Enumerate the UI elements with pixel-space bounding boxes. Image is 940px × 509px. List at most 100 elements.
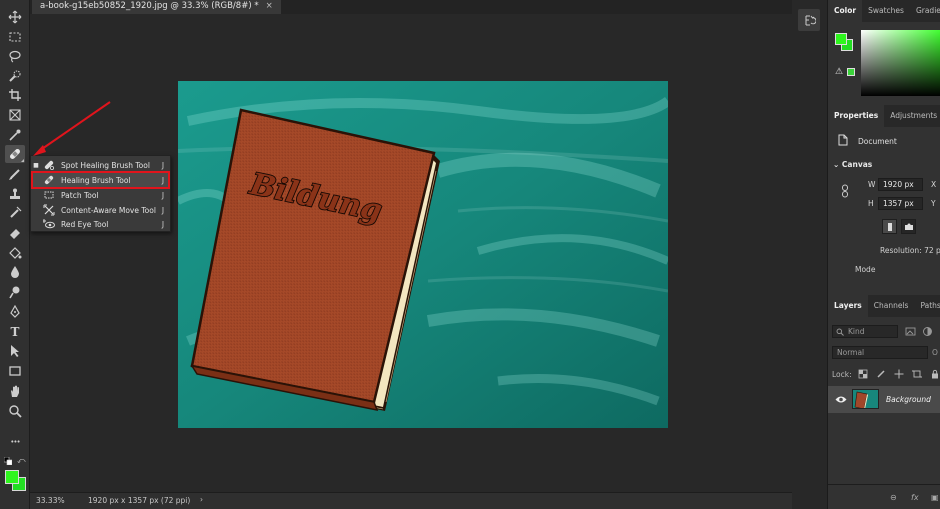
lock-all-icon[interactable] (930, 369, 940, 379)
pen-tool[interactable] (5, 303, 25, 321)
width-label: W (868, 180, 876, 189)
layer-kind-filter[interactable]: Kind (832, 325, 898, 338)
default-colors-icon[interactable] (4, 457, 12, 465)
gamut-warning-swatch[interactable] (847, 68, 855, 76)
zoom-level-field[interactable]: 33.33% (36, 496, 65, 505)
toolbox: T ••• ⤺ (0, 0, 30, 509)
foreground-color-swatch[interactable] (5, 470, 19, 484)
arrow-icon (11, 345, 19, 357)
quick-selection-tool[interactable] (5, 67, 25, 85)
eraser-tool[interactable] (5, 224, 25, 242)
photoshop-window: a-book-g15eb50852_1920.jpg @ 33.3% (RGB/… (0, 0, 940, 509)
move-tool[interactable] (5, 8, 25, 26)
panel-foreground-swatch[interactable] (835, 33, 847, 45)
marquee-icon (9, 32, 21, 42)
link-layers-icon[interactable]: ⊖ (890, 493, 897, 502)
portrait-orientation-button[interactable] (882, 219, 897, 234)
swap-colors-icon[interactable]: ⤺ (17, 456, 26, 466)
clone-stamp-tool[interactable] (5, 185, 25, 203)
color-picker-field[interactable] (861, 30, 940, 96)
brush-tool[interactable] (5, 165, 25, 183)
flyout-item-shortcut: J (161, 190, 165, 200)
lock-artboard-icon[interactable] (912, 369, 922, 379)
frame-icon (9, 109, 21, 121)
tab-paths[interactable]: Paths (914, 295, 940, 317)
history-brush-tool[interactable] (5, 204, 25, 222)
history-icon (805, 15, 816, 25)
ellipsis-icon: ••• (10, 438, 20, 446)
zoom-icon (9, 405, 22, 418)
layer-name[interactable]: Background (886, 395, 931, 404)
eye-icon[interactable] (835, 395, 847, 404)
status-menu-arrow-icon[interactable]: › (200, 495, 203, 504)
blur-tool[interactable] (5, 263, 25, 281)
canvas-section-title[interactable]: ⌄ Canvas (833, 160, 872, 169)
history-brush-icon (10, 206, 22, 218)
properties-panel-tabs: Properties Adjustments (828, 105, 940, 127)
collapsed-panel-strip (792, 0, 827, 509)
x-label: X (931, 180, 937, 189)
zoom-tool[interactable] (5, 402, 25, 420)
marquee-tool[interactable] (5, 28, 25, 46)
pixel-filter-icon[interactable] (905, 326, 916, 337)
flyout-item-content-aware-move[interactable]: Content-Aware Move Tool J (31, 203, 170, 217)
eyedropper-icon (9, 129, 21, 141)
fx-icon[interactable]: fx (911, 493, 919, 502)
lasso-tool[interactable] (5, 47, 25, 65)
color-swatches: ⤺ (3, 456, 29, 496)
crop-icon (9, 89, 21, 101)
tab-gradients[interactable]: Gradien (910, 0, 940, 22)
eyedropper-tool[interactable] (5, 126, 25, 144)
canvas-section-label: Canvas (841, 160, 873, 169)
tab-properties[interactable]: Properties (828, 105, 885, 127)
tab-color[interactable]: Color (828, 0, 863, 22)
type-icon: T (10, 325, 20, 339)
tab-adjustments[interactable]: Adjustments (884, 105, 940, 127)
adjustment-filter-icon[interactable] (922, 326, 933, 337)
hand-tool[interactable] (5, 382, 25, 400)
tab-channels[interactable]: Channels (868, 295, 915, 317)
width-field[interactable]: 1920 px (878, 178, 923, 191)
landscape-orientation-button[interactable] (901, 219, 916, 234)
flyout-item-patch[interactable]: Patch Tool J (31, 188, 170, 202)
paint-bucket-tool[interactable] (5, 244, 25, 262)
document-canvas[interactable]: Bildung (178, 81, 668, 428)
blend-mode-select[interactable]: Normal (832, 346, 928, 359)
flyout-item-shortcut: J (161, 219, 165, 229)
lock-position-icon[interactable] (894, 369, 904, 379)
lock-transparent-icon[interactable] (858, 369, 868, 379)
healing-brush-tool[interactable] (5, 145, 25, 163)
more-tools[interactable]: ••• (5, 433, 25, 451)
move-icon (8, 10, 22, 24)
quick-selection-icon (9, 70, 21, 82)
rectangle-tool[interactable] (5, 362, 25, 380)
path-selection-tool[interactable] (5, 342, 25, 360)
document-tab-title: a-book-g15eb50852_1920.jpg @ 33.3% (RGB/… (40, 1, 259, 11)
dodge-tool[interactable] (5, 283, 25, 301)
flyout-item-shortcut: J (161, 175, 165, 185)
document-tab-bar: a-book-g15eb50852_1920.jpg @ 33.3% (RGB/… (30, 0, 810, 14)
flyout-item-shortcut: J (161, 205, 165, 215)
eraser-icon (10, 229, 20, 239)
layer-row-background[interactable]: Background (828, 386, 940, 413)
mode-label: Mode (855, 265, 876, 274)
canvas-area[interactable]: Bildung (30, 14, 810, 492)
crop-tool[interactable] (5, 86, 25, 104)
height-field[interactable]: 1357 px (878, 197, 923, 210)
flyout-item-red-eye[interactable]: Red Eye Tool J (31, 217, 170, 231)
flyout-item-spot-healing-brush[interactable]: ■ Spot Healing Brush Tool J (31, 158, 170, 172)
tab-layers[interactable]: Layers (828, 295, 868, 317)
layer-mask-icon[interactable]: ▣ (931, 493, 939, 502)
tab-swatches[interactable]: Swatches (862, 0, 910, 22)
close-tab-icon[interactable]: × (266, 1, 273, 11)
link-icon[interactable] (840, 184, 850, 198)
flyout-item-label: Content-Aware Move Tool (61, 205, 156, 215)
document-tab[interactable]: a-book-g15eb50852_1920.jpg @ 33.3% (RGB/… (32, 0, 281, 14)
lock-image-icon[interactable] (876, 369, 886, 379)
history-panel-button[interactable] (798, 9, 820, 31)
pen-icon (10, 305, 20, 318)
frame-tool[interactable] (5, 106, 25, 124)
gamut-warning-icon[interactable]: ⚠ (835, 67, 843, 77)
flyout-item-healing-brush[interactable]: Healing Brush Tool J (31, 173, 170, 187)
type-tool[interactable]: T (5, 323, 25, 341)
